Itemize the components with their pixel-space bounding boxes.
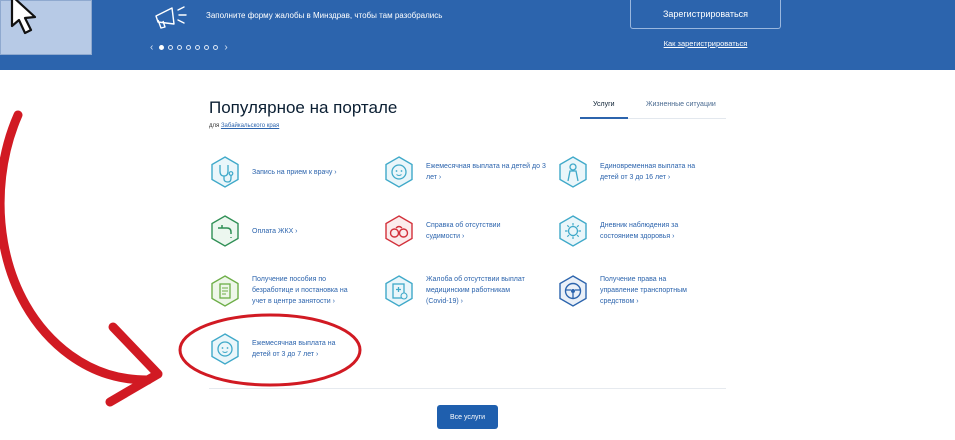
service-item-one-time-payment-3-16[interactable]: Единовременная выплата на детей от 3 до … xyxy=(557,156,710,188)
carousel-controls: ‹ › xyxy=(150,42,228,53)
service-label: Получение права на управление транспортн… xyxy=(600,276,687,305)
service-label: Запись на прием к врачу › xyxy=(252,168,337,176)
service-item-doctor-appointment[interactable]: Запись на прием к врачу › xyxy=(209,156,337,188)
service-item-utilities-payment[interactable]: Оплата ЖКХ › xyxy=(209,215,298,247)
handcuffs-icon xyxy=(385,215,413,247)
service-item-unemployment-benefit[interactable]: Получение пособия по безработице и поста… xyxy=(209,274,352,307)
page-title: Популярное на портале xyxy=(209,98,398,117)
service-label: Ежемесячная выплата на детей до 3 лет › xyxy=(426,163,546,181)
page: Заполните форму жалобы в Минздрав, чтобы… xyxy=(0,0,955,440)
baby-icon xyxy=(211,333,239,365)
baby-icon xyxy=(385,156,413,188)
carousel-dot[interactable] xyxy=(168,45,174,50)
carousel-dot[interactable] xyxy=(177,45,183,50)
how-to-register-link[interactable]: Как зарегистрироваться xyxy=(630,39,781,48)
carousel-next-arrow[interactable]: › xyxy=(224,42,227,53)
service-label: Жалоба об отсутствии выплат медицинским … xyxy=(426,276,525,305)
divider xyxy=(209,388,726,389)
carousel-prev-arrow[interactable]: ‹ xyxy=(150,42,153,53)
tabs: Услуги Жизненные ситуации xyxy=(580,97,726,119)
service-label: Единовременная выплата на детей от 3 до … xyxy=(600,163,696,181)
service-item-monthly-payment-under-3[interactable]: Ежемесячная выплата на детей до 3 лет › xyxy=(383,156,546,188)
carousel-dots xyxy=(159,45,219,50)
faucet-icon xyxy=(211,215,239,247)
carousel-dot[interactable] xyxy=(204,45,210,50)
carousel-dot[interactable] xyxy=(195,45,201,50)
annotation-curve-arrow xyxy=(0,110,153,385)
mouse-cursor-icon xyxy=(10,0,37,35)
service-item-health-diary[interactable]: Дневник наблюдения за состоянием здоровь… xyxy=(557,215,710,247)
all-services-button[interactable]: Все услуги xyxy=(437,405,498,429)
virus-icon xyxy=(559,215,587,247)
steering-wheel-icon xyxy=(559,274,587,307)
tab-life-situations[interactable]: Жизненные ситуации xyxy=(646,101,716,108)
service-label: Дневник наблюдения за состоянием здоровь… xyxy=(600,222,679,240)
banner-text: Заполните форму жалобы в Минздрав, чтобы… xyxy=(206,11,443,20)
service-item-monthly-payment-3-7[interactable]: Ежемесячная выплата на детей от 3 до 7 л… xyxy=(209,333,347,365)
carousel-dot[interactable] xyxy=(159,45,165,50)
region-line: для Забайкальского края xyxy=(209,123,279,129)
service-label: Справка об отсутствии судимости › xyxy=(426,222,501,240)
megaphone-icon xyxy=(155,6,187,29)
region-link[interactable]: Забайкальского края xyxy=(221,123,279,129)
region-prefix: для xyxy=(209,123,220,129)
service-item-criminal-record-certificate[interactable]: Справка об отсутствии судимости › xyxy=(383,215,536,247)
service-label: Получение пособия по безработице и поста… xyxy=(252,276,348,305)
carousel-dot[interactable] xyxy=(186,45,192,50)
register-button[interactable]: Зарегистрироваться xyxy=(630,0,781,29)
medical-document-icon xyxy=(385,274,413,307)
top-banner: Заполните форму жалобы в Минздрав, чтобы… xyxy=(0,0,955,70)
service-item-driving-license[interactable]: Получение права на управление транспортн… xyxy=(557,274,700,307)
service-item-covid-payment-complaint[interactable]: Жалоба об отсутствии выплат медицинским … xyxy=(383,274,531,307)
carousel-dot[interactable] xyxy=(213,45,219,50)
service-label: Ежемесячная выплата на детей от 3 до 7 л… xyxy=(252,340,336,358)
service-label: Оплата ЖКХ › xyxy=(252,227,298,235)
child-icon xyxy=(559,156,587,188)
stethoscope-icon xyxy=(211,156,239,188)
annotation-arrow-head xyxy=(105,322,163,407)
active-tab-indicator xyxy=(580,117,628,119)
tab-services[interactable]: Услуги xyxy=(593,101,615,108)
document-icon xyxy=(211,274,239,307)
